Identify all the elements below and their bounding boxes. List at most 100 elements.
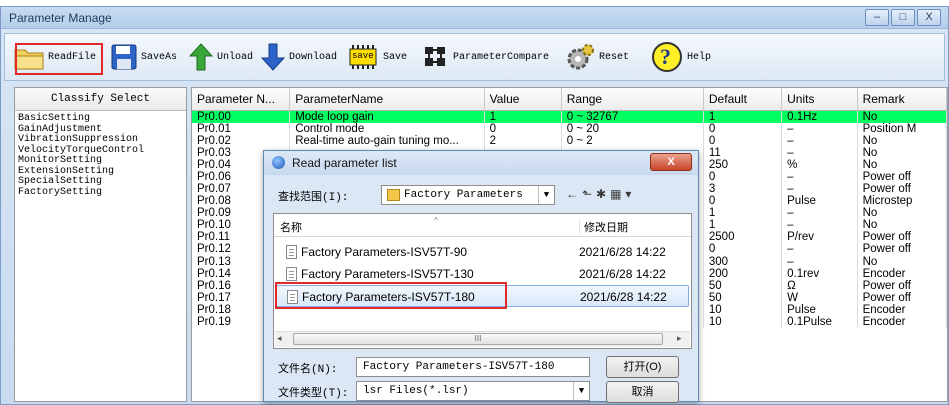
file-row[interactable]: Factory Parameters-ISV57T-130 2021/6/28 … — [276, 263, 689, 285]
param-default[interactable]: 10 — [703, 303, 783, 316]
classify-item-specialsetting[interactable]: SpecialSetting — [15, 176, 186, 188]
table-row[interactable]: Pr0.02 Real-time auto-gain tuning mo... 2 0… — [192, 134, 947, 147]
col-parameter-number[interactable]: Parameter N... — [192, 88, 291, 111]
param-units[interactable]: 0.1rev — [781, 267, 858, 280]
param-units[interactable]: 0.1Pulse — [781, 316, 858, 329]
filetype-select[interactable]: lsr Files(*.lsr) ▼ — [356, 381, 590, 401]
horizontal-scrollbar[interactable]: ◂ III ▸ — [275, 331, 690, 347]
param-remark[interactable]: Power off — [857, 279, 947, 292]
param-units[interactable]: – — [781, 207, 858, 220]
back-arrow-icon[interactable]: ← — [566, 187, 582, 201]
param-units[interactable]: P/rev — [781, 231, 858, 244]
param-units[interactable]: – — [781, 219, 858, 232]
minimize-button[interactable]: – — [865, 9, 889, 26]
close-button[interactable]: X — [917, 9, 941, 26]
col-value[interactable]: Value — [484, 88, 562, 111]
param-default[interactable]: 1 — [703, 219, 783, 232]
scroll-thumb[interactable]: III — [293, 333, 663, 345]
classify-item-vibrationsuppression[interactable]: VibrationSuppression — [15, 134, 186, 146]
param-default[interactable]: 0 — [703, 170, 783, 183]
scroll-right-icon[interactable]: ▸ — [677, 333, 682, 344]
param-remark[interactable]: No — [857, 134, 947, 147]
col-range[interactable]: Range — [561, 88, 704, 111]
param-units[interactable]: – — [781, 122, 858, 135]
param-default[interactable]: 0 — [703, 122, 783, 135]
param-name[interactable]: Real-time auto-gain tuning mo... — [289, 134, 485, 147]
table-row-selected[interactable]: Pr0.00 Mode loop gain 1 0 ~ 32767 1 0.1Hz No — [192, 110, 947, 123]
unload-button[interactable]: Unload — [188, 40, 253, 74]
parametercompare-button[interactable]: ParameterCompare — [423, 40, 549, 74]
param-units[interactable]: Ω — [781, 279, 858, 292]
param-remark[interactable]: No — [857, 158, 947, 171]
param-remark[interactable]: No — [857, 255, 947, 268]
param-remark[interactable]: Position M — [857, 122, 947, 135]
param-number[interactable]: Pr0.00 — [192, 110, 291, 123]
param-default[interactable]: 3 — [703, 182, 783, 196]
param-remark[interactable]: No — [857, 219, 947, 232]
param-units[interactable]: 0.1Hz — [781, 110, 858, 123]
classify-item-factorysetting[interactable]: FactorySetting — [15, 187, 186, 199]
file-row-selected[interactable]: Factory Parameters-ISV57T-180 2021/6/28 … — [276, 285, 689, 307]
param-units[interactable]: – — [781, 182, 858, 196]
param-units[interactable]: – — [781, 146, 858, 159]
param-value[interactable]: 2 — [484, 134, 562, 147]
param-value[interactable]: 0 — [484, 122, 562, 135]
param-units[interactable]: – — [781, 255, 858, 268]
param-name[interactable]: Mode loop gain — [289, 110, 485, 123]
param-default[interactable]: 2500 — [703, 231, 783, 244]
new-folder-icon[interactable]: ✱ — [596, 187, 610, 201]
param-number[interactable]: Pr0.02 — [192, 134, 291, 147]
param-remark[interactable]: Encoder — [857, 267, 947, 280]
param-remark[interactable]: Encoder — [857, 303, 947, 316]
help-button[interactable]: ? Help — [651, 40, 711, 74]
col-remark[interactable]: Remark — [857, 88, 947, 111]
param-remark[interactable]: Power off — [857, 170, 947, 183]
param-name[interactable]: Control mode — [289, 122, 485, 135]
param-units[interactable]: – — [781, 243, 858, 256]
param-remark[interactable]: Power off — [857, 182, 947, 196]
reset-button[interactable]: Reset — [565, 40, 629, 74]
param-default[interactable]: 10 — [703, 316, 783, 329]
classify-item-monitorsetting[interactable]: MonitorSetting — [15, 155, 186, 167]
param-value[interactable]: 1 — [484, 110, 562, 123]
param-remark[interactable]: No — [857, 146, 947, 159]
param-default[interactable]: 0 — [703, 195, 783, 208]
col-units[interactable]: Units — [781, 88, 858, 111]
readfile-button[interactable]: ReadFile — [14, 40, 96, 74]
param-default[interactable]: 1 — [703, 207, 783, 220]
lookin-select[interactable]: Factory Parameters ▼ — [381, 185, 555, 205]
save-button[interactable]: save Save — [347, 40, 407, 74]
param-default[interactable]: 300 — [703, 255, 783, 268]
param-default[interactable]: 0 — [703, 134, 783, 147]
classify-item-basicsetting[interactable]: BasicSetting — [15, 113, 186, 125]
param-range[interactable]: 0 ~ 2 — [561, 134, 704, 147]
saveas-button[interactable]: SaveAs — [111, 40, 177, 74]
param-default[interactable]: 50 — [703, 279, 783, 292]
param-remark[interactable]: Microstep — [857, 195, 947, 208]
param-default[interactable]: 50 — [703, 291, 783, 304]
param-remark[interactable]: Power off — [857, 291, 947, 304]
param-units[interactable]: Pulse — [781, 303, 858, 316]
param-units[interactable]: – — [781, 134, 858, 147]
param-remark[interactable]: Power off — [857, 243, 947, 256]
maximize-button[interactable]: □ — [891, 9, 915, 26]
col-name[interactable]: 名称 — [280, 219, 302, 235]
param-default[interactable]: 200 — [703, 267, 783, 280]
file-row[interactable]: Factory Parameters-ISV57T-90 2021/6/28 1… — [276, 241, 689, 263]
filename-input[interactable]: Factory Parameters-ISV57T-180 — [356, 357, 590, 377]
open-button[interactable]: 打开(O) — [606, 356, 679, 378]
param-units[interactable]: Pulse — [781, 195, 858, 208]
param-default[interactable]: 250 — [703, 158, 783, 171]
param-remark[interactable]: No — [857, 207, 947, 220]
param-range[interactable]: 0 ~ 32767 — [561, 110, 704, 123]
col-date[interactable]: 修改日期 — [579, 219, 628, 235]
table-row[interactable]: Pr0.01 Control mode 0 0 ~ 20 0– Position M — [192, 122, 947, 135]
param-range[interactable]: 0 ~ 20 — [561, 122, 704, 135]
cancel-button[interactable]: 取消 — [606, 381, 679, 403]
param-number[interactable]: Pr0.01 — [192, 122, 291, 135]
download-button[interactable]: Download — [260, 40, 337, 74]
param-remark[interactable]: Power off — [857, 231, 947, 244]
param-remark[interactable]: No — [857, 110, 947, 123]
param-remark[interactable]: Encoder — [857, 316, 947, 329]
param-units[interactable]: % — [781, 158, 858, 171]
